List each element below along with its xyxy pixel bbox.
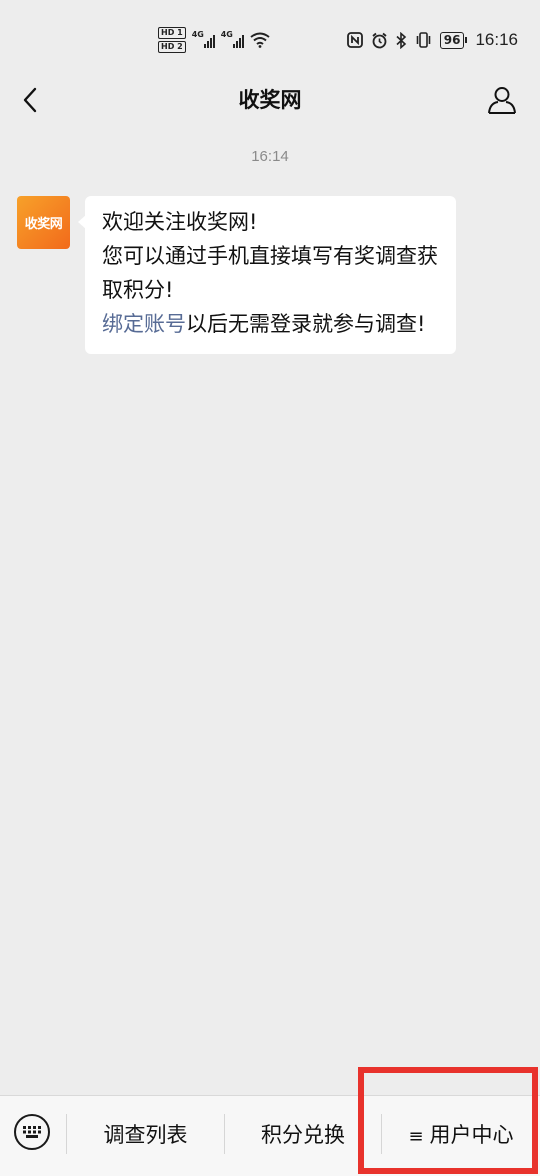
signal-label-2: 4G: [220, 30, 233, 39]
alarm-icon: [372, 32, 387, 48]
menu-survey-list-label: 调查列表: [103, 1123, 188, 1147]
menu-points-exchange[interactable]: 积分兑换: [225, 1096, 381, 1174]
signal-label-1: 4G: [191, 30, 204, 39]
message-body: 您可以通过手机直接填写有奖调查获取积分!: [102, 244, 438, 302]
bottom-menu-bar: 调查列表 积分兑换 ≡ 用户中心: [0, 1095, 540, 1176]
message-bind-rest: 以后无需登录就参与调查!: [186, 312, 426, 336]
message-timestamp: 16:14: [251, 148, 289, 165]
signal-icon: 4G: [191, 30, 215, 48]
bind-account-link[interactable]: 绑定账号: [102, 312, 186, 336]
battery-level: 96: [439, 31, 465, 49]
hd-badges: HD 1 HD 2: [158, 27, 186, 53]
menu-survey-list[interactable]: 调查列表: [67, 1096, 224, 1174]
avatar-label: 收奖网: [24, 217, 63, 232]
message-greeting: 欢迎关注收奖网!: [102, 210, 258, 234]
status-bar: HD 1 HD 2 4G 4G 96 16:16: [0, 0, 540, 78]
menu-user-center-label: 用户中心: [429, 1123, 514, 1147]
nfc-icon: [346, 32, 363, 48]
user-icon: [488, 87, 516, 114]
avatar[interactable]: 收奖网: [17, 196, 70, 249]
vibrate-icon: [416, 32, 431, 48]
wifi-icon: [250, 32, 270, 48]
page-title: 收奖网: [238, 88, 302, 112]
status-clock: 16:16: [475, 30, 518, 49]
hd-badge-1: HD 1: [158, 27, 186, 39]
title-bar: 收奖网: [0, 78, 540, 122]
network-indicators: HD 1 HD 2 4G 4G: [158, 26, 270, 54]
system-indicators: 96 16:16: [346, 26, 518, 54]
profile-button[interactable]: [484, 82, 520, 118]
battery-icon: 96: [439, 31, 468, 49]
menu-points-exchange-label: 积分兑换: [261, 1123, 345, 1147]
bluetooth-icon: [396, 31, 406, 49]
signal-icon-2: 4G: [220, 30, 244, 48]
keyboard-icon: [23, 1126, 41, 1138]
hd-badge-2: HD 2: [158, 41, 186, 53]
message-bubble: 欢迎关注收奖网! 您可以通过手机直接填写有奖调查获取积分! 绑定账号以后无需登录…: [78, 196, 456, 354]
message-bind-line: 绑定账号以后无需登录就参与调查!: [102, 307, 438, 341]
menu-lines-icon: ≡: [408, 1126, 424, 1147]
keyboard-toggle-button[interactable]: [14, 1114, 50, 1150]
menu-user-center[interactable]: ≡ 用户中心: [382, 1096, 540, 1174]
